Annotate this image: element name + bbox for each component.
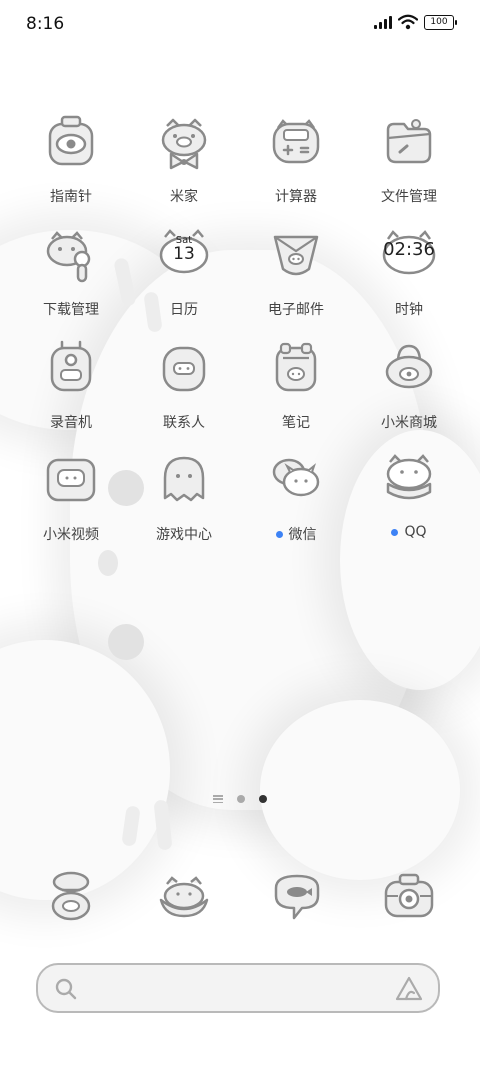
recorder-icon bbox=[50, 340, 92, 392]
notes-icon bbox=[275, 342, 317, 392]
page-dot[interactable] bbox=[237, 795, 245, 803]
email-icon bbox=[273, 235, 319, 276]
app-recorder[interactable]: 录音机 bbox=[15, 338, 127, 432]
app-label: 微信 bbox=[240, 524, 352, 544]
app-qq[interactable]: QQ bbox=[353, 450, 465, 540]
app-wechat[interactable]: 微信 bbox=[240, 450, 352, 544]
app-calendar[interactable]: Sat 13 日历 bbox=[128, 225, 240, 319]
signal-icon bbox=[374, 15, 392, 29]
app-clock[interactable]: 02:36 时钟 bbox=[353, 225, 465, 319]
app-label: 下载管理 bbox=[43, 302, 99, 318]
app-label: 计算器 bbox=[275, 189, 317, 205]
app-label: 小米视频 bbox=[43, 527, 99, 543]
wechat-icon bbox=[272, 458, 320, 497]
app-label: 时钟 bbox=[395, 302, 423, 318]
clock-time-text: 02:36 bbox=[383, 239, 435, 260]
app-label: 笔记 bbox=[282, 415, 310, 431]
camera-icon[interactable] bbox=[378, 866, 440, 928]
app-label: 小米商城 bbox=[381, 415, 437, 431]
app-mijia[interactable]: 米家 bbox=[128, 112, 240, 206]
status-time: 8:16 bbox=[26, 14, 65, 34]
app-notes[interactable]: 笔记 bbox=[240, 338, 352, 432]
search-input[interactable] bbox=[98, 975, 402, 1003]
browser-icon[interactable] bbox=[266, 866, 328, 928]
file-manager-icon bbox=[386, 119, 432, 164]
app-calculator[interactable]: 计算器 bbox=[240, 112, 352, 206]
calendar-icon: Sat 13 bbox=[159, 229, 209, 274]
app-mi-video[interactable]: 小米视频 bbox=[15, 450, 127, 544]
mi-store-icon bbox=[385, 344, 433, 389]
contacts-icon bbox=[162, 346, 206, 392]
app-contacts[interactable]: 联系人 bbox=[128, 338, 240, 432]
app-email[interactable]: 电子邮件 bbox=[240, 225, 352, 319]
battery-icon: 100 bbox=[424, 14, 457, 30]
mijia-icon bbox=[161, 118, 207, 170]
assistant-icon[interactable] bbox=[394, 975, 424, 1003]
app-game-center[interactable]: 游戏中心 bbox=[128, 450, 240, 544]
phone-icon[interactable] bbox=[40, 866, 102, 928]
app-compass[interactable]: 指南针 bbox=[15, 112, 127, 206]
new-notification-dot bbox=[275, 530, 283, 538]
app-label: QQ bbox=[353, 524, 465, 540]
new-notification-dot bbox=[391, 528, 399, 536]
app-download-manager[interactable]: 下载管理 bbox=[15, 225, 127, 319]
app-label: 米家 bbox=[170, 189, 198, 205]
app-file-manager[interactable]: 文件管理 bbox=[353, 112, 465, 206]
wifi-icon bbox=[398, 14, 418, 30]
app-label: 指南针 bbox=[50, 189, 92, 205]
app-label: 游戏中心 bbox=[156, 527, 212, 543]
clock-icon: 02:36 bbox=[382, 230, 436, 275]
page-dot-current[interactable] bbox=[259, 795, 267, 803]
qq-icon bbox=[386, 454, 432, 500]
minus-one-screen-icon[interactable] bbox=[213, 795, 223, 803]
download-manager-icon bbox=[46, 231, 91, 283]
page-indicator[interactable] bbox=[0, 795, 480, 803]
mi-video-icon bbox=[46, 458, 96, 502]
search-bar[interactable] bbox=[36, 963, 440, 1013]
status-icons: 100 bbox=[374, 14, 457, 30]
app-label: 联系人 bbox=[163, 415, 205, 431]
search-icon[interactable] bbox=[54, 977, 78, 1001]
app-label: 录音机 bbox=[50, 415, 92, 431]
app-mi-store[interactable]: 小米商城 bbox=[353, 338, 465, 432]
messages-icon[interactable] bbox=[153, 866, 215, 928]
compass-icon bbox=[48, 115, 94, 166]
app-label: 电子邮件 bbox=[268, 302, 324, 318]
status-bar: 8:16 100 bbox=[0, 0, 480, 50]
app-label: 文件管理 bbox=[381, 189, 437, 205]
app-label: 日历 bbox=[170, 302, 198, 318]
game-center-icon bbox=[163, 456, 205, 502]
calculator-icon bbox=[272, 119, 320, 164]
calendar-date-text: 13 bbox=[173, 244, 195, 264]
